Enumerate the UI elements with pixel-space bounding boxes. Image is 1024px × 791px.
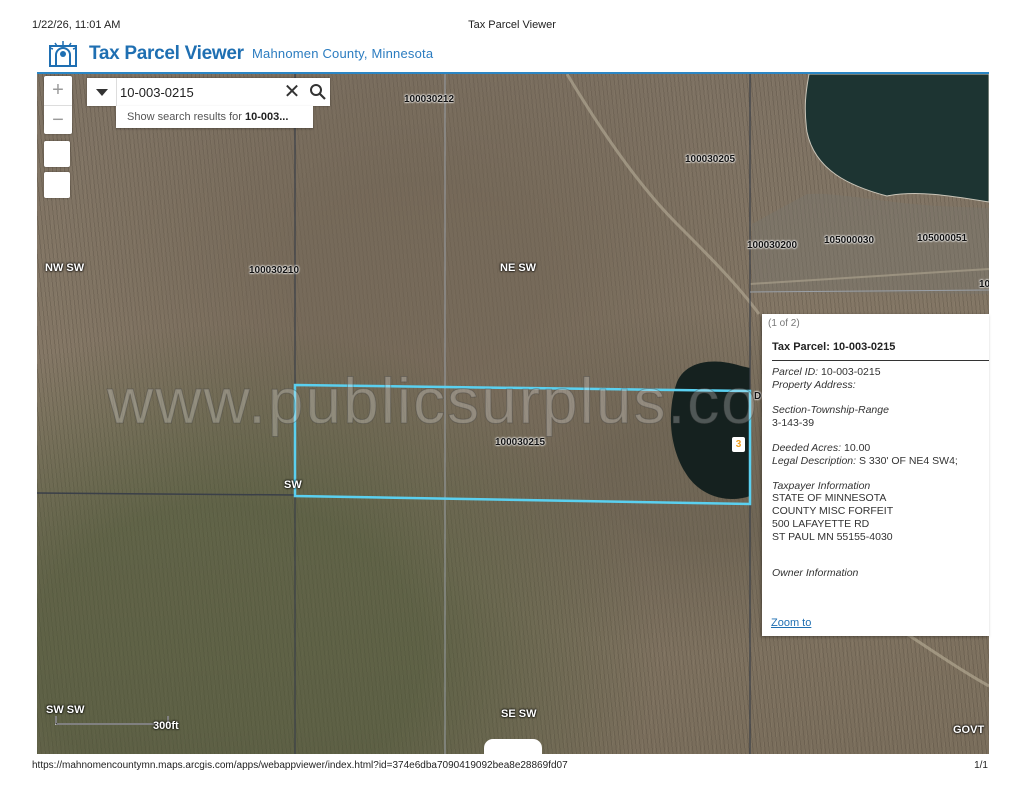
property-address-label: Property Address: — [772, 379, 856, 391]
print-page-title: Tax Parcel Viewer — [468, 19, 556, 31]
parcel-label: 100030205 — [685, 154, 736, 165]
lake-north — [804, 74, 989, 203]
zoom-control: + − — [44, 76, 72, 134]
acres-row: Deeded Acres: 10.00 — [772, 442, 870, 454]
print-url: https://mahnomencountymn.maps.arcgis.com… — [32, 760, 568, 771]
app-header: Tax Parcel Viewer Mahnomen County, Minne… — [37, 36, 989, 74]
result-marker[interactable]: 3 — [732, 437, 745, 452]
parcel-label-selected: 100030215 — [495, 437, 546, 448]
parcel-id-row: Parcel ID: 10-003-0215 — [772, 366, 881, 378]
search-input[interactable] — [120, 82, 270, 102]
legal-value: S 330' OF NE4 SW4; — [858, 455, 958, 467]
parcel-label: 100030200 — [747, 240, 798, 251]
zoom-in-button[interactable]: + — [44, 76, 72, 105]
parcel-id-value: 10-003-0215 — [821, 366, 881, 378]
parcel-label: 105000051 — [917, 233, 968, 244]
home-button[interactable] — [44, 141, 70, 167]
legal-row: Legal Description: S 330' OF NE4 SW4; — [772, 455, 958, 467]
taxpayer-line: COUNTY MISC FORFEIT — [772, 505, 894, 517]
popup-title: Tax Parcel: 10-003-0215 — [772, 341, 896, 353]
acres-label: Deeded Acres: — [772, 442, 842, 454]
section-label: SW — [284, 479, 302, 491]
search-button[interactable] — [305, 78, 330, 106]
app-subtitle: Mahnomen County, Minnesota — [252, 46, 434, 61]
search-widget: ✕ — [87, 78, 330, 106]
section-label: NE SW — [500, 262, 537, 274]
parcel-label: 100030212 — [404, 94, 455, 105]
taxpayer-label: Taxpayer Information — [772, 480, 871, 492]
clear-search-button[interactable]: ✕ — [280, 79, 304, 105]
trail — [565, 74, 761, 315]
attribute-table-toggle[interactable] — [484, 739, 542, 754]
owner-label: Owner Information — [772, 567, 859, 579]
taxpayer-line: ST PAUL MN 55155-4030 — [772, 531, 893, 543]
popup-pager[interactable]: (1 of 2) — [768, 318, 800, 329]
county-logo-icon — [49, 41, 77, 67]
search-source-dropdown[interactable] — [87, 78, 117, 106]
str-value: 3-143-39 — [772, 417, 815, 429]
acres-value: 10.00 — [844, 442, 871, 454]
legal-label: Legal Description: — [772, 455, 857, 467]
parcel-label: 10 — [979, 279, 989, 290]
popup-divider — [772, 360, 989, 361]
zoom-out-button[interactable]: − — [44, 106, 72, 135]
parcel-label: 105000030 — [824, 235, 875, 246]
locate-button[interactable] — [44, 172, 70, 198]
section-label: SE SW — [501, 708, 537, 720]
trail-se — [906, 632, 989, 688]
section-label: NW SW — [45, 262, 85, 274]
print-page-number: 1/1 — [974, 760, 988, 771]
search-icon — [310, 84, 326, 100]
suggestion-prefix: Show search results for — [127, 111, 245, 123]
taxpayer-line: 500 LAFAYETTE RD — [772, 518, 870, 530]
taxpayer-line: STATE OF MINNESOTA — [772, 492, 887, 504]
parcel-popup: (1 of 2) Tax Parcel: 10-003-0215 Parcel … — [762, 314, 989, 636]
search-suggestion[interactable]: Show search results for 10-003... — [116, 106, 313, 128]
app-title: Tax Parcel Viewer — [89, 43, 244, 64]
parcel-label: 100030210 — [249, 265, 300, 276]
parcel-id-label: Parcel ID: — [772, 366, 819, 378]
scale-label: 300ft — [153, 720, 179, 732]
section-line-h1 — [37, 492, 296, 496]
section-label: GOVT — [953, 724, 985, 736]
suggestion-term: 10-003... — [245, 111, 289, 123]
zoom-to-link[interactable]: Zoom to — [771, 617, 811, 629]
watermark: www.publicsurplus.com — [106, 365, 815, 438]
str-label: Section-Township-Range — [772, 404, 889, 416]
